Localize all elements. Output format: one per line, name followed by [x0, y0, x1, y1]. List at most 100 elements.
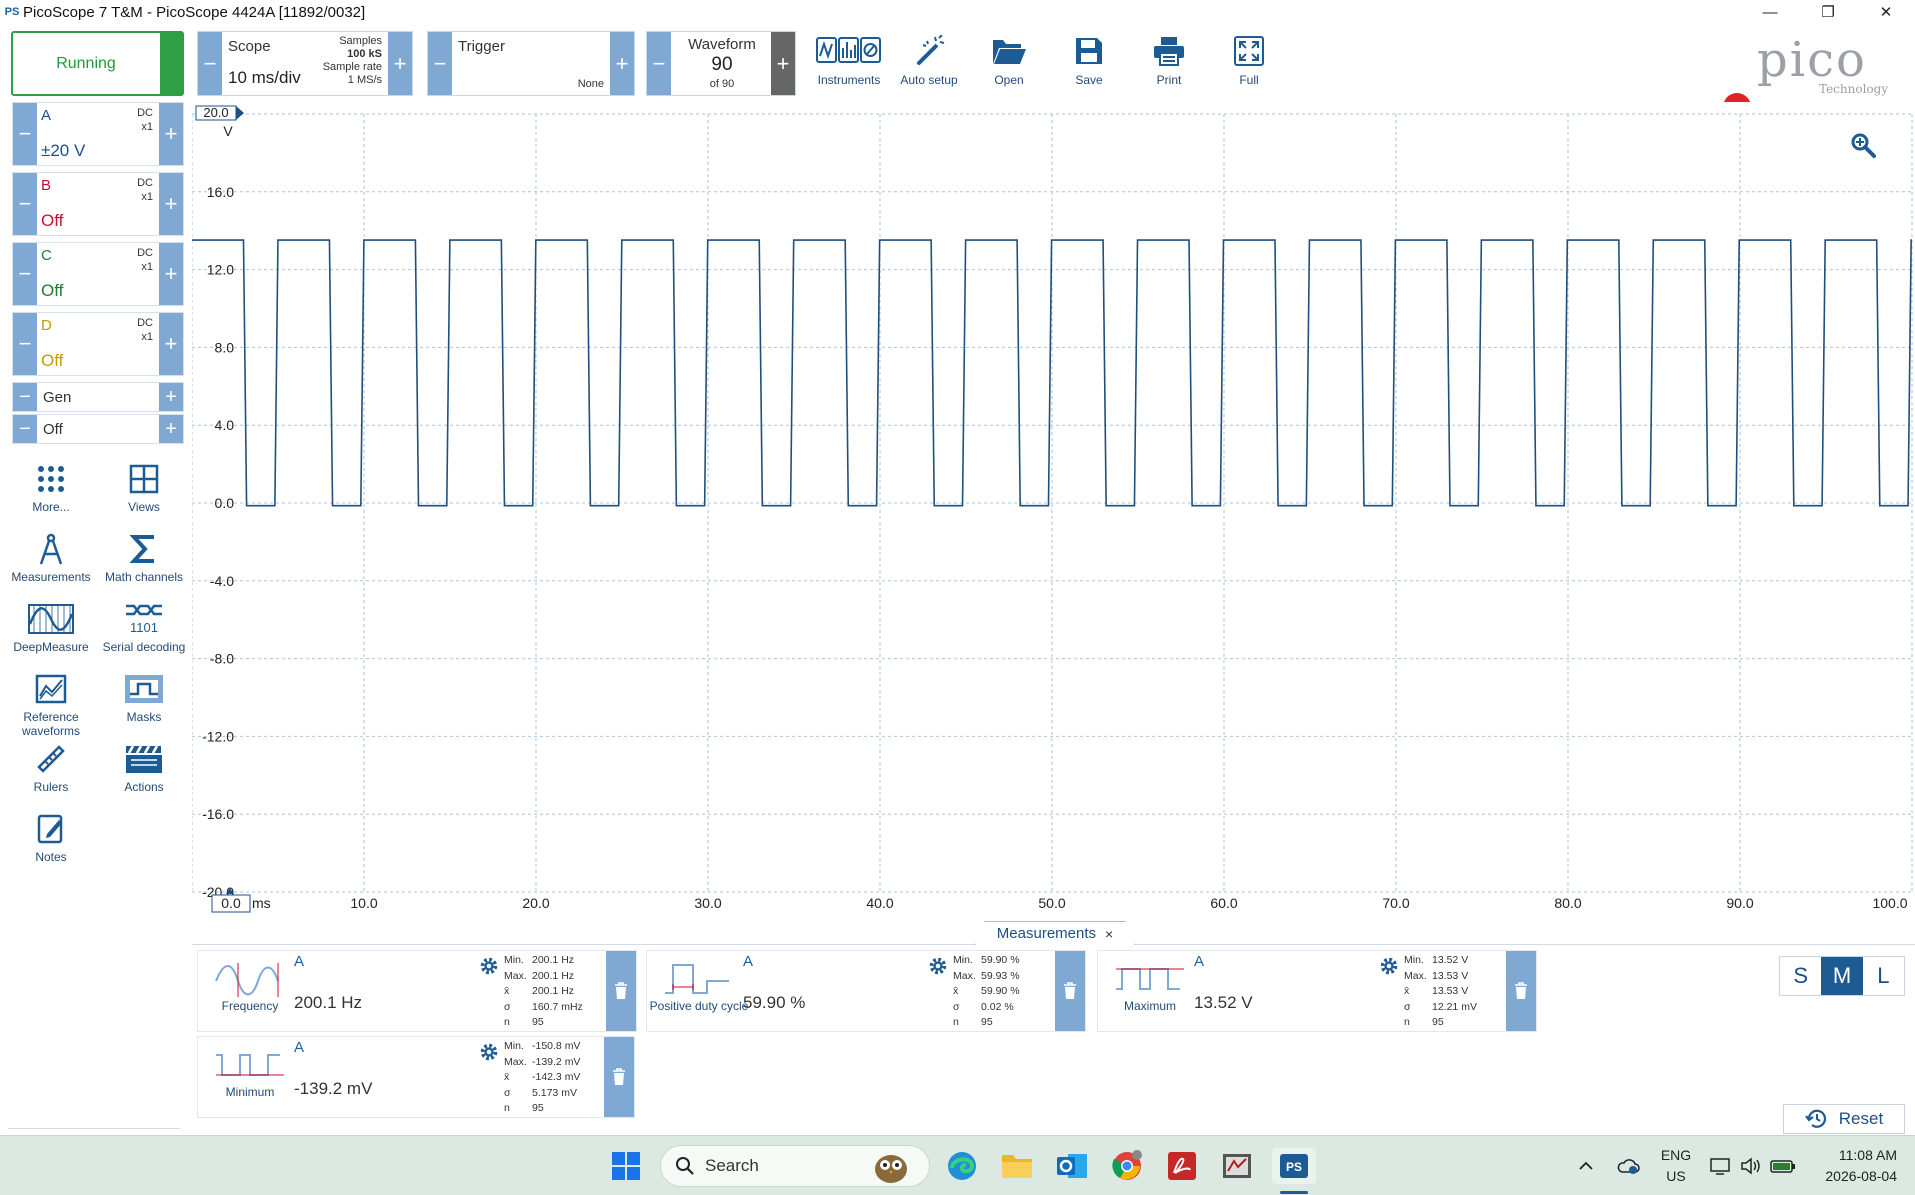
channel-b-decrease-button[interactable]: − [13, 173, 37, 235]
gear-icon[interactable] [478, 955, 500, 977]
start-button[interactable] [606, 1148, 646, 1184]
delete-measurement-button[interactable] [1506, 951, 1536, 1031]
channel-b-range[interactable]: Off [41, 211, 63, 231]
taskbar-search[interactable]: Search [660, 1145, 930, 1187]
channel-d-probe[interactable]: x1 [137, 330, 153, 344]
run-stop-button[interactable]: Running [11, 31, 184, 96]
delete-measurement-button[interactable] [1055, 951, 1085, 1031]
trigger-increase-button[interactable]: + [610, 32, 634, 95]
channel-a-increase-button[interactable]: + [159, 103, 183, 165]
generator-state[interactable]: Off [43, 421, 63, 438]
views-button[interactable]: Views [99, 458, 189, 514]
volume-icon[interactable] [1740, 1136, 1762, 1195]
measurement-card-frequency[interactable]: A Frequency 200.1 Hz Min. 200.1 Hz Max. 20… [197, 950, 637, 1032]
measurements-tab[interactable]: Measurements × [975, 921, 1135, 945]
reset-button[interactable]: Reset [1783, 1104, 1905, 1134]
deepmeasure-button[interactable]: DeepMeasure [6, 598, 96, 654]
notes-button[interactable]: Notes [6, 808, 96, 864]
input-language-indicator[interactable]: ENG US [1658, 1145, 1694, 1187]
restore-button[interactable]: ❐ [1799, 0, 1857, 24]
delete-measurement-button[interactable] [604, 1037, 634, 1117]
channel-c-control[interactable]: − C DC x1 Off + [12, 242, 184, 306]
measurement-card-duty-cycle[interactable]: A Positive duty cycle 59.90 % Min. 59.90 … [646, 950, 1086, 1032]
timebase-decrease-button[interactable]: − [198, 32, 222, 95]
pdf-app-taskbar-icon[interactable] [1162, 1148, 1202, 1184]
generator-type-control[interactable]: − Gen + [12, 382, 184, 412]
auto-setup-button[interactable]: Auto setup [894, 32, 964, 94]
trigger-decrease-button[interactable]: − [428, 32, 452, 95]
gear-icon[interactable] [478, 1041, 500, 1063]
instruments-button[interactable]: Instruments [814, 32, 884, 94]
channel-c-increase-button[interactable]: + [159, 243, 183, 305]
channel-d-control[interactable]: − D DC x1 Off + [12, 312, 184, 376]
measurements-close-icon[interactable]: × [1105, 926, 1113, 942]
print-button[interactable]: Print [1134, 32, 1204, 94]
channel-a-control[interactable]: − A DC x1 ±20 V + [12, 102, 184, 166]
channel-d-increase-button[interactable]: + [159, 313, 183, 375]
network-icon[interactable] [1710, 1136, 1732, 1195]
channel-c-probe[interactable]: x1 [137, 260, 153, 274]
channel-b-probe[interactable]: x1 [137, 190, 153, 204]
channel-c-range[interactable]: Off [41, 281, 63, 301]
trigger-mode[interactable]: None [578, 78, 604, 90]
size-medium-button[interactable]: M [1821, 957, 1863, 995]
generator-type-increase-button[interactable]: + [159, 383, 183, 411]
channel-a-probe[interactable]: x1 [137, 120, 153, 134]
full-screen-button[interactable]: Full [1214, 32, 1284, 94]
generator-state-control[interactable]: − Off + [12, 414, 184, 444]
channel-a-decrease-button[interactable]: − [13, 103, 37, 165]
reference-waveforms-button[interactable]: Reference waveforms [6, 668, 96, 738]
math-channels-button[interactable]: Math channels [99, 528, 189, 584]
waveform-previous-button[interactable]: − [647, 32, 671, 95]
delete-measurement-button[interactable] [606, 951, 636, 1031]
save-button[interactable]: Save [1054, 32, 1124, 94]
tray-overflow-chevron-icon[interactable] [1578, 1136, 1594, 1195]
channel-b-coupling[interactable]: DC [137, 176, 153, 190]
measurements-tool-button[interactable]: Measurements [6, 528, 96, 584]
close-button[interactable]: ✕ [1857, 0, 1915, 24]
size-small-button[interactable]: S [1780, 957, 1821, 995]
channel-c-coupling[interactable]: DC [137, 246, 153, 260]
minimize-button[interactable]: — [1741, 0, 1799, 24]
channel-a-range[interactable]: ±20 V [41, 141, 85, 161]
taskbar-clock[interactable]: 11:08 AM 2026-08-04 [1815, 1145, 1897, 1187]
generator-state-increase-button[interactable]: + [159, 415, 183, 443]
generator-type-decrease-button[interactable]: − [13, 383, 37, 411]
waveform-current[interactable]: 90 [671, 54, 773, 76]
timebase-increase-button[interactable]: + [388, 32, 412, 95]
outlook-taskbar-icon[interactable] [1052, 1148, 1092, 1184]
generator-state-decrease-button[interactable]: − [13, 415, 37, 443]
oscilloscope-plot[interactable]: 16.012.08.04.00.0-4.0-8.0-12.0-16.0-20.0… [192, 102, 1915, 914]
waveform-next-button[interactable]: + [771, 32, 795, 95]
open-button[interactable]: Open [974, 32, 1044, 94]
channel-d-range[interactable]: Off [41, 351, 63, 371]
rulers-button[interactable]: Rulers [6, 738, 96, 794]
battery-icon[interactable] [1770, 1136, 1796, 1195]
measurement-card-minimum[interactable]: A Minimum -139.2 mV Min. -150.8 mV Max. -1… [197, 1036, 635, 1118]
size-large-button[interactable]: L [1863, 957, 1904, 995]
timebase-value[interactable]: 10 ms/div [228, 68, 301, 88]
measurement-card-maximum[interactable]: A Maximum 13.52 V Min. 13.52 V Max. 13.53 … [1097, 950, 1537, 1032]
scope-view[interactable]: 16.0 12.0 8.0 4.0 0.0 -4.0 -8.0 -12.0 -16.0 -20.0… [192, 102, 1915, 914]
cloud-icon[interactable] [1616, 1136, 1640, 1195]
actions-button[interactable]: Actions [99, 738, 189, 794]
gear-icon[interactable] [927, 955, 949, 977]
file-explorer-taskbar-icon[interactable] [997, 1148, 1037, 1184]
samples-value[interactable]: 100 kS [323, 48, 382, 61]
sample-rate-value[interactable]: 1 MS/s [323, 74, 382, 87]
gear-icon[interactable] [1378, 955, 1400, 977]
channel-b-control[interactable]: − B DC x1 Off + [12, 172, 184, 236]
serial-decoding-button[interactable]: 1101 Serial decoding [99, 598, 189, 654]
channel-d-coupling[interactable]: DC [137, 316, 153, 330]
channel-d-decrease-button[interactable]: − [13, 313, 37, 375]
zoom-icon [1851, 133, 1876, 158]
channel-b-increase-button[interactable]: + [159, 173, 183, 235]
picoscope-taskbar-icon[interactable]: PS [1272, 1148, 1316, 1184]
utility-app-taskbar-icon[interactable] [1217, 1148, 1257, 1184]
more-button[interactable]: More... [6, 458, 96, 514]
edge-taskbar-icon[interactable] [942, 1148, 982, 1184]
masks-button[interactable]: Masks [99, 668, 189, 724]
channel-a-coupling[interactable]: DC [137, 106, 153, 120]
chrome-taskbar-icon[interactable] [1107, 1148, 1147, 1184]
channel-c-decrease-button[interactable]: − [13, 243, 37, 305]
